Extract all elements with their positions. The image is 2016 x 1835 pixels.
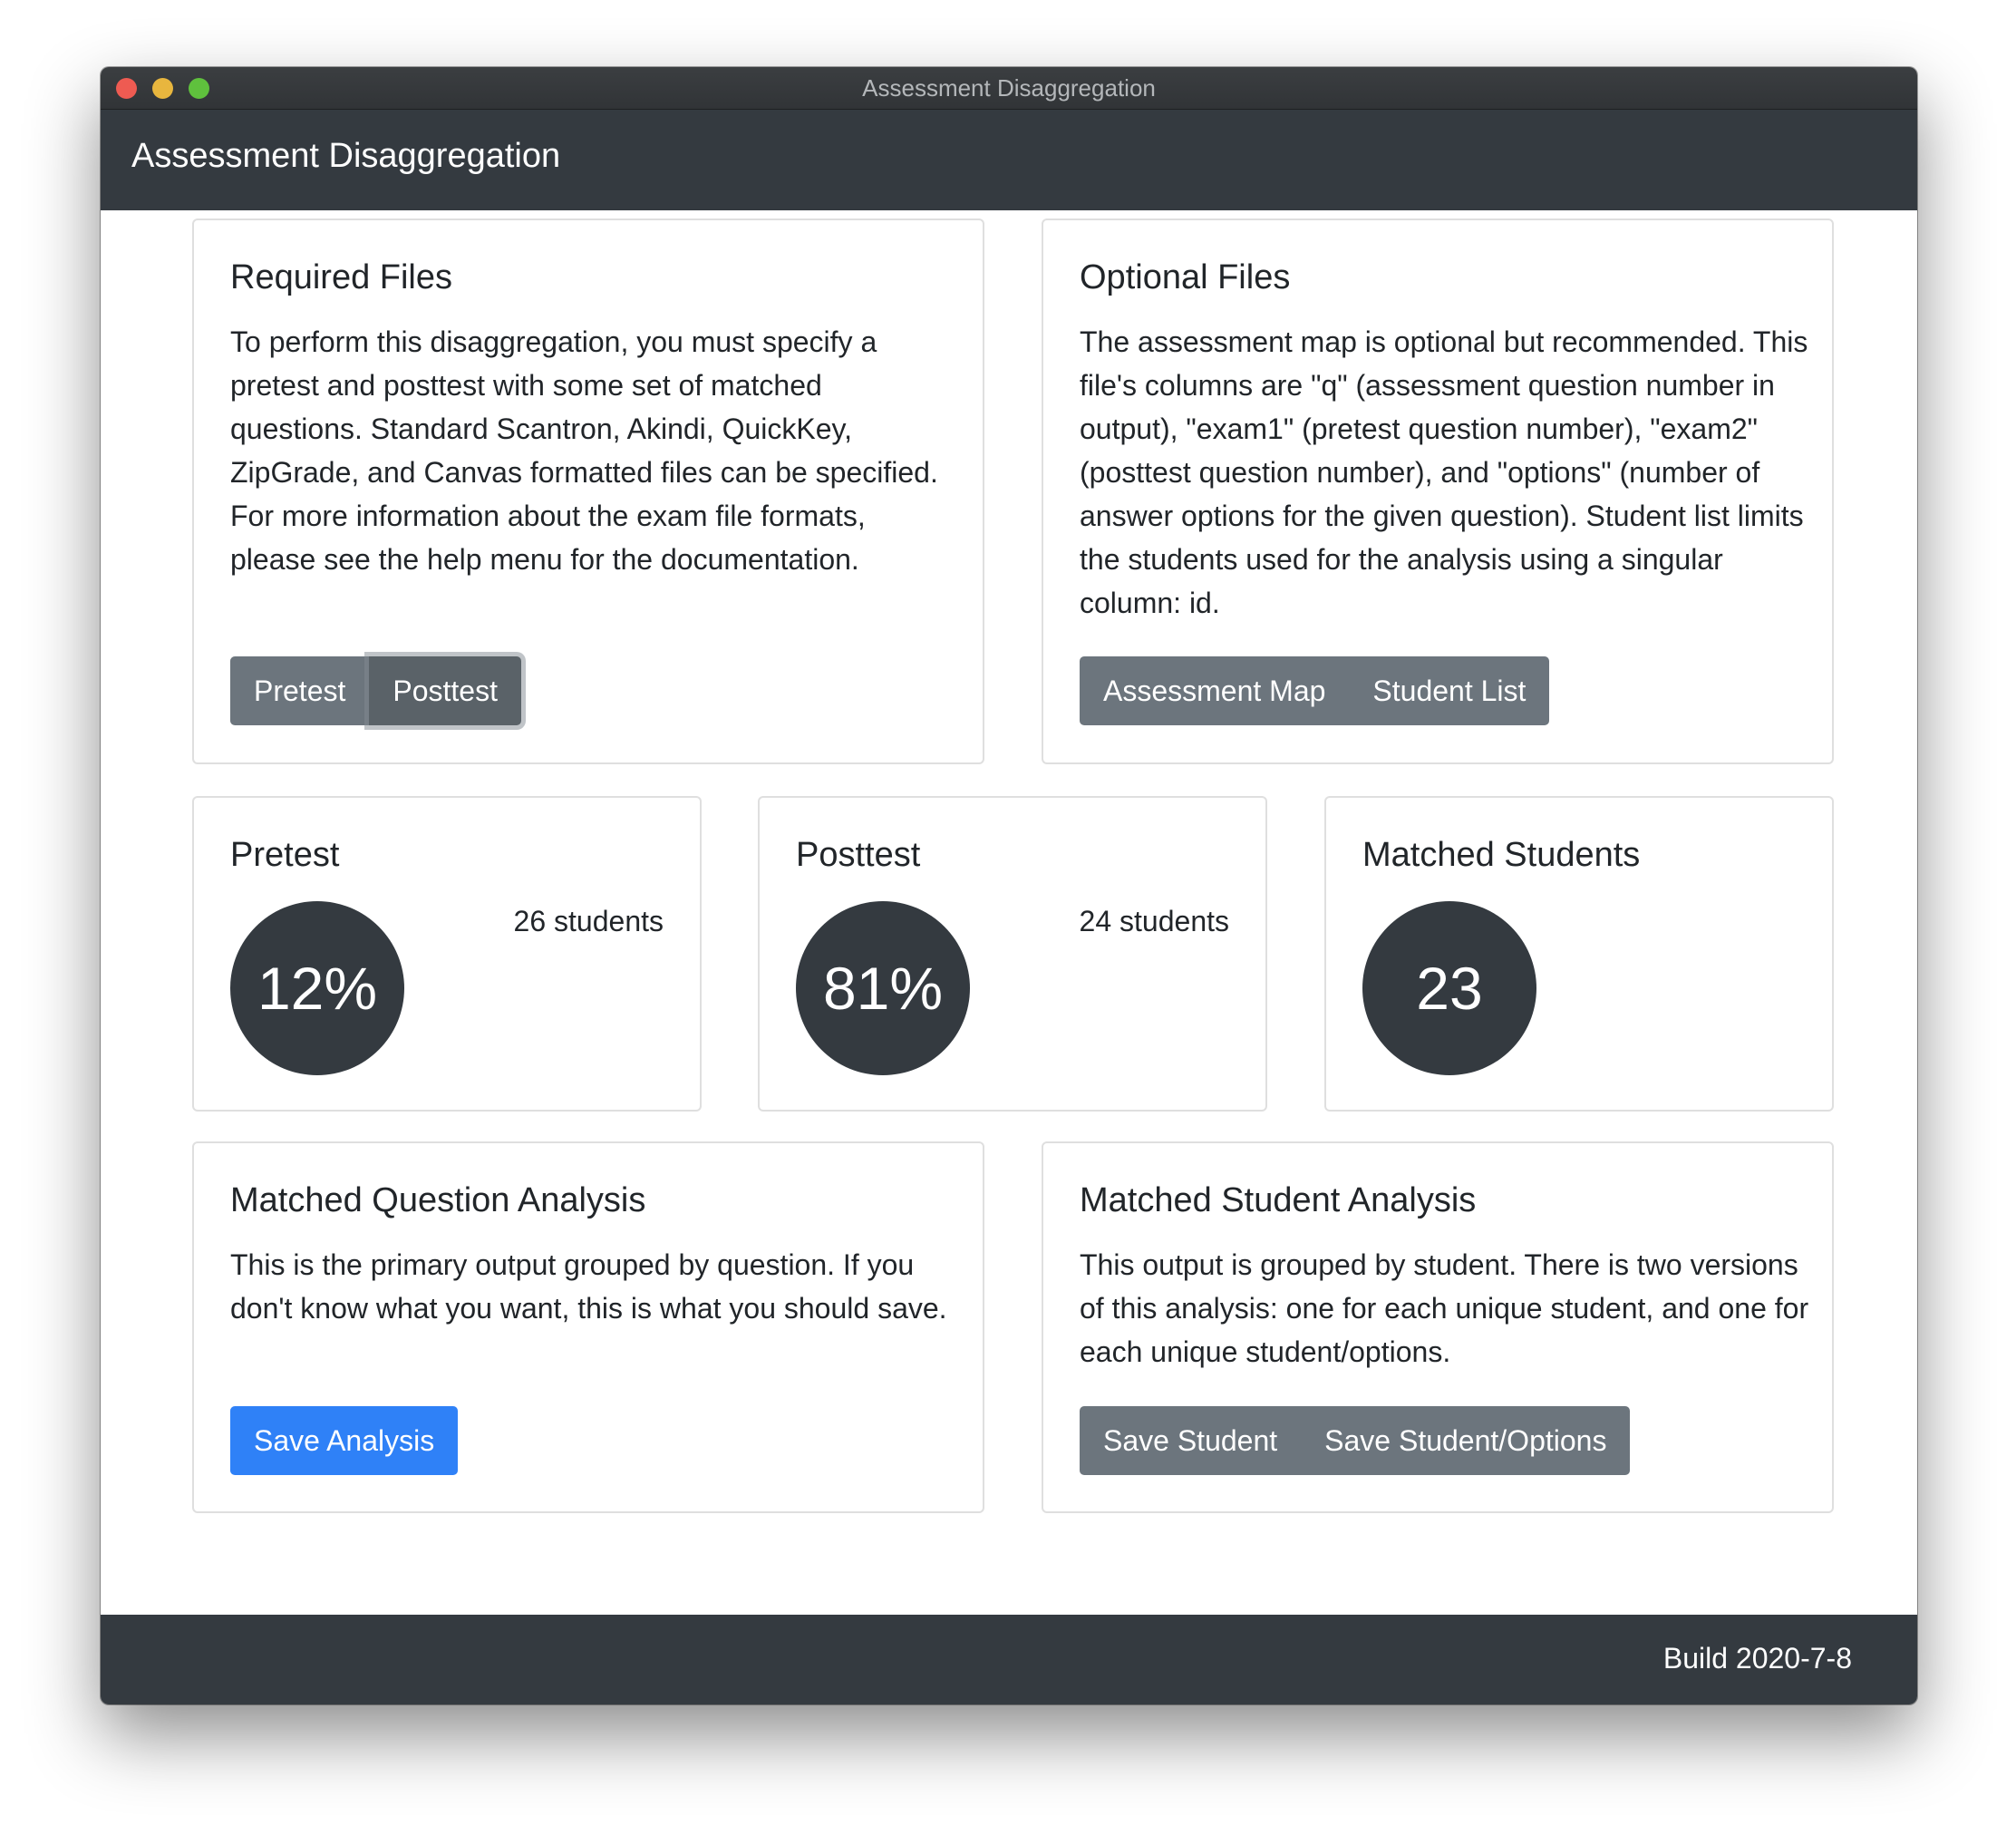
- assessment-map-button[interactable]: Assessment Map: [1080, 656, 1350, 725]
- window-title: Assessment Disaggregation: [862, 74, 1156, 102]
- student-list-button[interactable]: Student List: [1349, 656, 1550, 725]
- footer: Build 2020-7-8: [101, 1615, 1917, 1704]
- question-analysis-card: Matched Question Analysis This is the pr…: [192, 1141, 984, 1513]
- optional-files-description: The assessment map is optional but recom…: [1080, 325, 1808, 619]
- pretest-score-circle: 12%: [230, 901, 404, 1075]
- optional-files-title: Optional Files: [1080, 258, 1291, 296]
- matched-students-count-circle: 23: [1362, 901, 1536, 1075]
- save-student-options-button[interactable]: Save Student/Options: [1301, 1406, 1631, 1475]
- pretest-student-count: 26 students: [513, 905, 664, 937]
- student-analysis-description: This output is grouped by student. There…: [1080, 1248, 1809, 1368]
- matched-students-title: Matched Students: [1362, 836, 1641, 874]
- app-window: Assessment Disaggregation Assessment Dis…: [101, 67, 1917, 1704]
- posttest-button[interactable]: Posttest: [369, 656, 521, 725]
- required-files-card: Required Files To perform this disaggreg…: [192, 218, 984, 764]
- pretest-title: Pretest: [230, 836, 340, 874]
- required-files-button-group: Pretest Posttest: [230, 656, 521, 725]
- optional-files-button-group: Assessment Map Student List: [1080, 656, 1550, 725]
- title-bar: Assessment Disaggregation: [101, 67, 1917, 110]
- student-analysis-title: Matched Student Analysis: [1080, 1181, 1477, 1219]
- posttest-title: Posttest: [796, 836, 921, 874]
- posttest-card: Posttest 24 students 81%: [758, 796, 1267, 1112]
- posttest-student-count: 24 students: [1079, 905, 1229, 937]
- question-analysis-description: This is the primary output grouped by qu…: [230, 1248, 947, 1325]
- required-files-description: To perform this disaggregation, you must…: [230, 325, 938, 576]
- required-files-title: Required Files: [230, 258, 452, 296]
- question-analysis-title: Matched Question Analysis: [230, 1181, 646, 1219]
- optional-files-card: Optional Files The assessment map is opt…: [1042, 218, 1834, 764]
- navbar-brand: Assessment Disaggregation: [131, 137, 561, 175]
- matched-students-card: Matched Students 23: [1324, 796, 1834, 1112]
- student-analysis-button-group: Save Student Save Student/Options: [1080, 1406, 1631, 1475]
- save-analysis-button[interactable]: Save Analysis: [230, 1406, 459, 1475]
- save-student-button[interactable]: Save Student: [1080, 1406, 1302, 1475]
- posttest-score-circle: 81%: [796, 901, 970, 1075]
- pretest-card: Pretest 26 students 12%: [192, 796, 702, 1112]
- build-version: Build 2020-7-8: [1662, 1642, 1852, 1675]
- pretest-button[interactable]: Pretest: [230, 656, 370, 725]
- student-analysis-card: Matched Student Analysis This output is …: [1042, 1141, 1834, 1513]
- navbar: Assessment Disaggregation: [101, 110, 1917, 210]
- question-analysis-button-group: Save Analysis: [230, 1406, 459, 1475]
